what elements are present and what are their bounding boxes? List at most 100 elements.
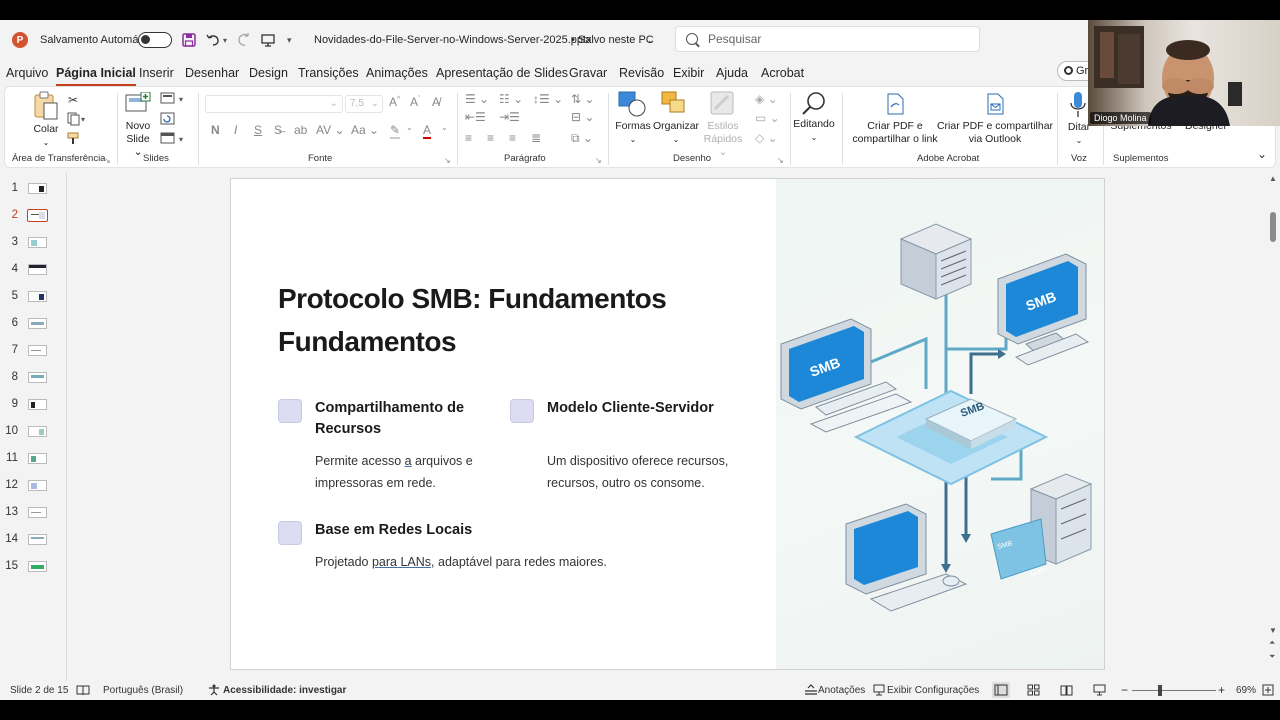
highlight-icon[interactable]: ✎ — [390, 123, 401, 139]
numbering-icon[interactable]: ☷ ⌄ — [499, 92, 523, 106]
decrease-indent-icon[interactable]: ⇤☰ — [465, 110, 486, 124]
new-slide-icon[interactable] — [125, 91, 151, 119]
undo-dropdown-icon[interactable]: ▾ — [223, 20, 227, 60]
fit-to-window-icon[interactable] — [1262, 684, 1274, 699]
slide-thumb-12[interactable]: 12 — [0, 477, 66, 497]
arrange-icon[interactable] — [661, 91, 687, 120]
decrease-font-icon[interactable]: Aˇ — [410, 95, 420, 109]
next-slide-icon[interactable]: ⏷ — [1269, 652, 1275, 662]
cut-icon[interactable]: ✂ — [68, 93, 78, 107]
shape-effects-icon[interactable]: ◇ ⌄ — [755, 131, 778, 145]
language-status[interactable]: Português (Brasil) — [103, 685, 183, 696]
italic-icon[interactable]: I — [234, 123, 237, 137]
slide-thumb-11[interactable]: 11 — [0, 450, 66, 470]
accessibility-icon[interactable] — [208, 684, 220, 699]
line-spacing-icon[interactable]: ↕☰ ⌄ — [533, 92, 563, 106]
menu-transicoes[interactable]: Transições — [298, 62, 359, 84]
shape-fill-icon[interactable]: ◈ ⌄ — [755, 92, 778, 106]
slide-thumb-7[interactable]: 7 — [0, 342, 66, 362]
smartart-icon[interactable]: ⧉ ⌄ — [571, 131, 593, 146]
font-color-icon[interactable]: A — [423, 123, 432, 139]
reset-icon[interactable] — [160, 112, 176, 129]
zoom-out-icon[interactable]: − — [1121, 683, 1128, 697]
menu-exibir[interactable]: Exibir — [673, 62, 704, 84]
zoom-slider-thumb[interactable] — [1158, 685, 1162, 696]
notes-button[interactable]: Anotações — [818, 685, 865, 696]
prev-slide-icon[interactable]: ⏶ — [1269, 638, 1275, 648]
char-spacing-icon[interactable]: ab — [294, 123, 307, 137]
search-box[interactable]: Pesquisar — [675, 26, 980, 52]
zoom-in-icon[interactable]: + — [1218, 683, 1225, 697]
create-pdf-outlook-button[interactable]: Criar PDF e compartilhar via Outlook — [935, 120, 1055, 146]
menu-revisao[interactable]: Revisão — [619, 62, 664, 84]
scroll-down-icon[interactable]: ▼ — [1269, 626, 1277, 635]
feature-description[interactable]: Projetado para LANs, adaptável para rede… — [315, 551, 607, 573]
undo-icon[interactable] — [205, 20, 221, 60]
section-icon[interactable]: ▾ — [160, 132, 188, 147]
menu-arquivo[interactable]: Arquivo — [6, 62, 48, 84]
collapse-ribbon-icon[interactable]: ⌄ — [1257, 147, 1267, 161]
redo-icon[interactable] — [236, 20, 252, 60]
clear-format-icon[interactable]: A̸ — [432, 95, 440, 109]
vertical-scrollbar[interactable]: ▲ ▼ ⏶ ⏷ — [1266, 172, 1280, 682]
slide-thumb-14[interactable]: 14 — [0, 531, 66, 551]
customize-qat-icon[interactable]: ▾ — [287, 20, 292, 60]
slide-thumb-4[interactable]: 4 — [0, 261, 66, 281]
quick-styles-icon[interactable] — [710, 91, 736, 120]
save-icon[interactable] — [181, 20, 197, 60]
normal-view-button[interactable] — [992, 682, 1010, 698]
shapes-icon[interactable] — [618, 91, 646, 120]
paste-button[interactable]: Colar ⌄ — [31, 123, 61, 149]
pdf-outlook-icon[interactable] — [985, 93, 1005, 118]
slide-thumb-6[interactable]: 6 — [0, 315, 66, 335]
dialog-launcher-icon[interactable]: ↘ — [104, 156, 111, 165]
feature-description[interactable]: Permite acesso a arquivos e impressoras … — [315, 450, 473, 494]
feature-heading[interactable]: Base em Redes Locais — [315, 520, 472, 541]
reading-view-icon[interactable] — [1060, 684, 1073, 699]
display-settings-icon[interactable] — [873, 684, 886, 699]
autosave-toggle[interactable] — [138, 32, 172, 48]
bold-icon[interactable]: N — [211, 123, 220, 137]
find-icon[interactable] — [801, 91, 827, 120]
slideshow-icon[interactable] — [1093, 684, 1106, 699]
arrange-button[interactable]: Organizar ⌄ — [650, 120, 702, 146]
increase-indent-icon[interactable]: ⇥☰ — [499, 110, 520, 124]
display-settings-button[interactable]: Exibir Configurações — [887, 685, 979, 696]
network-illustration[interactable]: SMB SMB SMB SMB Com — [776, 179, 1104, 669]
justify-icon[interactable]: ≣ — [531, 131, 541, 145]
strikethrough-icon[interactable]: S̶ — [274, 123, 282, 137]
shapes-button[interactable]: Formas ⌄ — [615, 120, 651, 146]
align-center-icon[interactable]: ≡ — [487, 131, 494, 145]
menu-design[interactable]: Design — [249, 62, 288, 84]
slide-thumb-8[interactable]: 8 — [0, 369, 66, 389]
accessibility-status[interactable]: Acessibilidade: investigar — [223, 685, 346, 696]
slide-canvas[interactable]: Protocolo SMB: Fundamentos Fundamentos C… — [230, 178, 1105, 670]
text-direction-icon[interactable]: ⇅ ⌄ — [571, 92, 594, 106]
slide-thumb-15[interactable]: 15 — [0, 558, 66, 578]
font-size-box[interactable]: 7,5 ⌄ — [345, 95, 383, 113]
feature-heading[interactable]: Modelo Cliente-Servidor — [547, 398, 714, 419]
slide-thumb-10[interactable]: 10 — [0, 423, 66, 443]
copy-icon[interactable]: ▾ — [67, 112, 87, 129]
paste-icon[interactable] — [33, 91, 59, 124]
menu-ajuda[interactable]: Ajuda — [716, 62, 748, 84]
menu-pagina-inicial[interactable]: Página Inicial — [56, 62, 136, 86]
feature-description[interactable]: Um dispositivo oferece recursos, recurso… — [547, 450, 728, 494]
underline-icon[interactable]: S — [254, 123, 262, 137]
zoom-level[interactable]: 69% — [1236, 685, 1256, 696]
align-left-icon[interactable]: ≡ — [465, 131, 472, 145]
book-icon[interactable] — [76, 684, 90, 699]
slide-thumb-2[interactable]: 2 — [0, 207, 66, 227]
increase-font-icon[interactable]: A^ — [389, 95, 400, 109]
menu-gravar[interactable]: Gravar — [569, 62, 607, 84]
layout-icon[interactable]: ▾ — [160, 92, 188, 107]
slide-thumb-5[interactable]: 5 — [0, 288, 66, 308]
change-case-icon[interactable]: Aa ⌄ — [351, 123, 379, 137]
font-family-box[interactable]: ⌄ — [205, 95, 343, 113]
menu-animacoes[interactable]: Animações — [366, 62, 428, 84]
scroll-up-icon[interactable]: ▲ — [1269, 174, 1277, 183]
slide-title[interactable]: Protocolo SMB: Fundamentos Fundamentos — [278, 277, 758, 363]
slide-thumb-1[interactable]: 1 — [0, 180, 66, 200]
bullets-icon[interactable]: ☰ ⌄ — [465, 92, 489, 106]
presentation-icon[interactable] — [260, 20, 276, 60]
